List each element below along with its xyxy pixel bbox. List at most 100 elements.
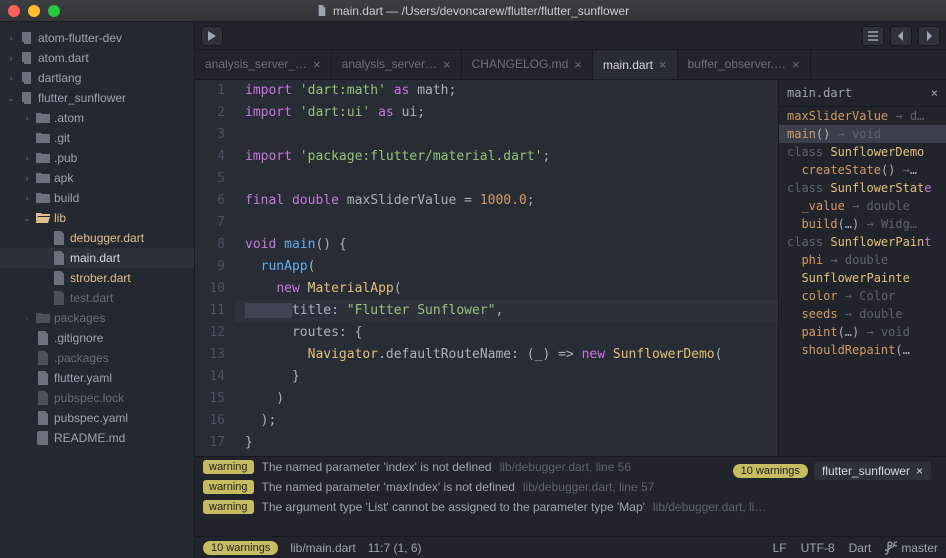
code-editor[interactable]: 1234567891011121314151617 import 'dart:m… (195, 80, 778, 456)
outline-item[interactable]: class SunflowerPaint (779, 233, 946, 251)
status-encoding[interactable]: UTF-8 (801, 541, 835, 555)
file-icon (52, 251, 66, 265)
run-button[interactable] (201, 26, 223, 46)
close-window-button[interactable] (8, 5, 20, 17)
code-line: title: "Flutter Sunflower", (235, 300, 778, 322)
tree-item[interactable]: flutter.yaml (0, 368, 194, 388)
outline-item[interactable]: paint(…) → void (779, 323, 946, 341)
outline-item[interactable]: createState() →… (779, 161, 946, 179)
file-icon (52, 271, 66, 285)
diagnostic-location: lib/debugger.dart, line 56 (500, 460, 631, 474)
status-warnings-badge[interactable]: 10 warnings (203, 541, 278, 555)
code-line (235, 212, 778, 234)
list-view-button[interactable] (862, 26, 884, 46)
tree-item[interactable]: .gitignore (0, 328, 194, 348)
status-language[interactable]: Dart (849, 541, 872, 555)
tree-item[interactable]: README.md (0, 428, 194, 448)
tree-item[interactable]: pubspec.yaml (0, 408, 194, 428)
outline-item[interactable]: main() → void (779, 125, 946, 143)
tree-item[interactable]: pubspec.lock (0, 388, 194, 408)
status-eol[interactable]: LF (773, 541, 787, 555)
tree-item[interactable]: ›atom-flutter-dev (0, 28, 194, 48)
tree-item[interactable]: ›apk (0, 168, 194, 188)
tree-item[interactable]: debugger.dart (0, 228, 194, 248)
tab[interactable]: analysis_server… × (332, 50, 462, 79)
outline-item[interactable]: _value → double (779, 197, 946, 215)
diagnostic-row[interactable]: warningThe named parameter 'maxIndex' is… (195, 477, 946, 497)
tab-label: main.dart (603, 58, 653, 72)
chevron-icon: › (22, 193, 32, 203)
file-tree[interactable]: ›atom-flutter-dev›atom.dart›dartlang⌄flu… (0, 22, 195, 558)
status-branch[interactable]: master (885, 541, 938, 555)
tree-item[interactable]: ›.atom (0, 108, 194, 128)
outline-item[interactable]: maxSliderValue → d… (779, 107, 946, 125)
warning-tag: warning (203, 500, 254, 514)
tree-item-label: test.dart (70, 291, 113, 305)
tree-item[interactable]: ⌄flutter_sunflower (0, 88, 194, 108)
close-icon[interactable]: × (916, 464, 923, 478)
outline-header: main.dart × (779, 80, 946, 107)
panel-tab-project[interactable]: flutter_sunflower × (814, 462, 931, 480)
tab-label: analysis_server… (342, 57, 437, 71)
close-icon[interactable]: × (313, 57, 321, 72)
outline-title: main.dart (787, 86, 852, 100)
diagnostic-location: lib/debugger.dart, li… (653, 500, 766, 514)
close-icon[interactable]: × (659, 57, 667, 72)
tree-item[interactable]: ›packages (0, 308, 194, 328)
tab[interactable]: analysis_server_…× (195, 50, 332, 79)
tree-item[interactable]: main.dart (0, 248, 194, 268)
chevron-icon: ⌄ (6, 93, 16, 104)
nav-back-button[interactable] (890, 26, 912, 46)
tree-item-label: README.md (54, 431, 125, 445)
code-line: import 'dart:math' as math; (235, 80, 778, 102)
folder-icon (36, 171, 50, 185)
tree-item-label: lib (54, 211, 66, 225)
tree-item[interactable]: ›dartlang (0, 68, 194, 88)
outline-item[interactable]: shouldRepaint(… (779, 341, 946, 359)
document-icon (317, 5, 327, 17)
tree-item[interactable]: test.dart (0, 288, 194, 308)
minimize-window-button[interactable] (28, 5, 40, 17)
diagnostic-location: lib/debugger.dart, line 57 (523, 480, 654, 494)
tree-item[interactable]: .packages (0, 348, 194, 368)
repo-icon (20, 91, 34, 105)
code-line: ); (235, 410, 778, 432)
status-file[interactable]: lib/main.dart (290, 541, 355, 555)
tree-item-label: dartlang (38, 71, 81, 85)
outline-item[interactable]: build(…) → Widg… (779, 215, 946, 233)
close-icon[interactable]: × (931, 86, 938, 100)
close-icon[interactable]: × (792, 57, 800, 72)
tree-item[interactable]: ⌄lib (0, 208, 194, 228)
tree-item[interactable]: strober.dart (0, 268, 194, 288)
tree-item[interactable]: ›build (0, 188, 194, 208)
close-icon[interactable]: × (574, 57, 582, 72)
tree-item[interactable]: ›atom.dart (0, 48, 194, 68)
code-line (235, 168, 778, 190)
outline-item[interactable]: color → Color (779, 287, 946, 305)
maximize-window-button[interactable] (48, 5, 60, 17)
outline-item[interactable]: seeds → double (779, 305, 946, 323)
titlebar: main.dart — /Users/devoncarew/flutter/fl… (0, 0, 946, 22)
tree-item-label: .pub (54, 151, 77, 165)
close-icon[interactable]: × (443, 57, 451, 72)
diagnostic-row[interactable]: warningThe argument type 'List' cannot b… (195, 497, 946, 517)
tab[interactable]: CHANGELOG.md× (462, 50, 593, 79)
warnings-badge[interactable]: 10 warnings (733, 464, 808, 478)
book-icon (36, 431, 50, 445)
tree-item-label: .packages (54, 351, 109, 365)
outline-item[interactable]: SunflowerPainte (779, 269, 946, 287)
tree-item[interactable]: ›.pub (0, 148, 194, 168)
tab[interactable]: buffer_observer.…× (678, 50, 811, 79)
nav-forward-button[interactable] (918, 26, 940, 46)
tab[interactable]: main.dart × (593, 50, 678, 79)
outline-item[interactable]: class SunflowerDemo (779, 143, 946, 161)
file-icon (52, 231, 66, 245)
code-line: } (235, 366, 778, 388)
code-content[interactable]: import 'dart:math' as math;import 'dart:… (235, 80, 778, 456)
tree-item[interactable]: .git (0, 128, 194, 148)
outline-body[interactable]: maxSliderValue → d…main() → voidclass Su… (779, 107, 946, 359)
tree-item-label: .atom (54, 111, 84, 125)
folder-icon (36, 111, 50, 125)
outline-item[interactable]: phi → double (779, 251, 946, 269)
outline-item[interactable]: class SunflowerState (779, 179, 946, 197)
